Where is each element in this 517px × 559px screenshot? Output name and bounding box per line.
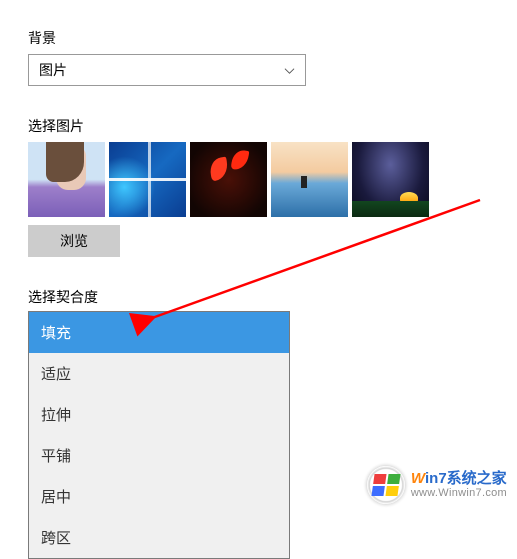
watermark-line2: www.Winwin7.com <box>411 487 507 499</box>
fit-option-span[interactable]: 跨区 <box>29 517 289 558</box>
chevron-down-icon <box>284 65 295 76</box>
thumbnail-night-camp[interactable] <box>352 142 429 217</box>
thumbnail-beach-sunset[interactable] <box>271 142 348 217</box>
choose-picture-label: 选择图片 <box>28 116 489 136</box>
fit-option-fit[interactable]: 适应 <box>29 353 289 394</box>
fit-option-stretch[interactable]: 拉伸 <box>29 394 289 435</box>
background-dropdown-value: 图片 <box>39 60 67 80</box>
background-dropdown[interactable]: 图片 <box>28 54 306 86</box>
fit-option-tile[interactable]: 平铺 <box>29 435 289 476</box>
windows-logo-icon <box>367 466 405 504</box>
fit-dropdown-open[interactable]: 填充 适应 拉伸 平铺 居中 跨区 <box>28 311 290 559</box>
watermark: Win7系统之家 www.Winwin7.com <box>367 466 507 504</box>
watermark-line1: Win7系统之家 <box>411 471 507 488</box>
fit-option-fill[interactable]: 填充 <box>29 312 289 353</box>
background-label: 背景 <box>28 28 489 48</box>
fit-option-center[interactable]: 居中 <box>29 476 289 517</box>
thumbnail-windows-default[interactable] <box>109 142 186 217</box>
thumbnail-tulips-dark[interactable] <box>190 142 267 217</box>
fit-label: 选择契合度 <box>28 287 489 307</box>
thumbnail-girl-lavender[interactable] <box>28 142 105 217</box>
browse-button[interactable]: 浏览 <box>28 225 120 257</box>
thumbnail-row <box>28 142 489 217</box>
